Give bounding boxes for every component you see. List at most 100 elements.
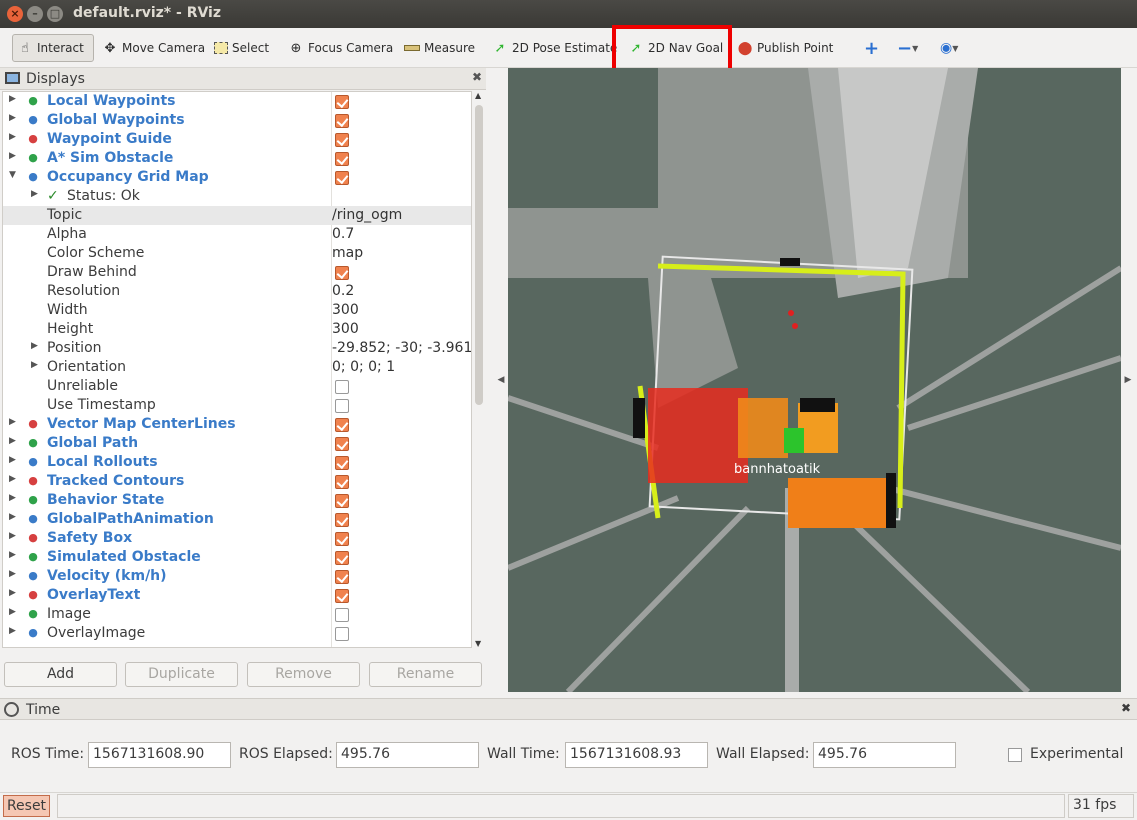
- enabled-checkbox[interactable]: [335, 266, 349, 280]
- enabled-checkbox[interactable]: [335, 437, 349, 451]
- enabled-checkbox[interactable]: [335, 532, 349, 546]
- property-value[interactable]: /ring_ogm: [332, 206, 402, 225]
- property-row[interactable]: Width 300: [3, 301, 471, 320]
- render-viewport[interactable]: bannhatoatik: [508, 68, 1121, 692]
- property-row[interactable]: Unreliable: [3, 377, 471, 396]
- window-close-button[interactable]: ×: [7, 6, 23, 22]
- enabled-checkbox[interactable]: [335, 380, 349, 394]
- display-row[interactable]: ▶ ● A* Sim Obstacle: [3, 149, 471, 168]
- property-row[interactable]: Draw Behind: [3, 263, 471, 282]
- property-row[interactable]: Height 300: [3, 320, 471, 339]
- property-row[interactable]: Color Scheme map: [3, 244, 471, 263]
- display-row[interactable]: ▶ ● Local Waypoints: [3, 92, 471, 111]
- expand-right-icon[interactable]: ▶: [9, 607, 16, 617]
- expand-right-icon[interactable]: ▶: [9, 94, 16, 104]
- property-value[interactable]: 0.2: [332, 282, 354, 301]
- expand-right-icon[interactable]: ▶: [9, 493, 16, 503]
- expand-right-icon[interactable]: ▶: [9, 588, 16, 598]
- enabled-checkbox[interactable]: [335, 456, 349, 470]
- property-value[interactable]: 0; 0; 0; 1: [332, 358, 395, 377]
- enabled-checkbox[interactable]: [335, 551, 349, 565]
- remove-display-button[interactable]: Remove: [247, 662, 360, 687]
- duplicate-display-button[interactable]: Duplicate: [125, 662, 238, 687]
- property-value[interactable]: map: [332, 244, 363, 263]
- display-row[interactable]: ▶ ✓ Status: Ok: [3, 187, 471, 206]
- displays-scrollbar[interactable]: ▲ ▼: [473, 91, 485, 648]
- measure-tool-button[interactable]: Measure: [400, 34, 479, 62]
- expand-right-icon[interactable]: ▶: [9, 512, 16, 522]
- enabled-checkbox[interactable]: [335, 475, 349, 489]
- reset-button[interactable]: Reset: [3, 795, 50, 817]
- enabled-checkbox[interactable]: [335, 589, 349, 603]
- focus-camera-tool-button[interactable]: ⊕ Focus Camera: [284, 34, 397, 62]
- move-camera-tool-button[interactable]: ✥ Move Camera: [98, 34, 209, 62]
- expand-right-icon[interactable]: ▶: [9, 455, 16, 465]
- display-row[interactable]: ▶ ● Safety Box: [3, 529, 471, 548]
- expand-right-icon[interactable]: ▶: [9, 550, 16, 560]
- enabled-checkbox[interactable]: [335, 114, 349, 128]
- display-row[interactable]: ▶ ● OverlayImage: [3, 624, 471, 643]
- enabled-checkbox[interactable]: [335, 627, 349, 641]
- property-row[interactable]: ▶ Position -29.852; -30; -3.961: [3, 339, 471, 358]
- enabled-checkbox[interactable]: [335, 399, 349, 413]
- remove-tool-button[interactable]: − ▼: [893, 34, 922, 62]
- property-row[interactable]: Resolution 0.2: [3, 282, 471, 301]
- property-row[interactable]: Alpha 0.7: [3, 225, 471, 244]
- display-row[interactable]: ▶ ● Velocity (km/h): [3, 567, 471, 586]
- display-row[interactable]: ▶ ● Waypoint Guide: [3, 130, 471, 149]
- enabled-checkbox[interactable]: [335, 418, 349, 432]
- expand-right-icon[interactable]: ▶: [9, 569, 16, 579]
- enabled-checkbox[interactable]: [335, 171, 349, 185]
- expand-right-icon[interactable]: ▶: [9, 531, 16, 541]
- enabled-checkbox[interactable]: [335, 95, 349, 109]
- display-row[interactable]: ▶ ● Simulated Obstacle: [3, 548, 471, 567]
- collapse-right-icon[interactable]: ▶: [1121, 68, 1135, 692]
- property-row[interactable]: Topic/ring_ogm: [3, 206, 471, 225]
- display-row[interactable]: ▶ ● Local Rollouts: [3, 453, 471, 472]
- scrollbar-thumb[interactable]: [475, 105, 483, 405]
- expand-right-icon[interactable]: ▶: [9, 132, 16, 142]
- enabled-checkbox[interactable]: [335, 133, 349, 147]
- display-row[interactable]: ▶ ● Behavior State: [3, 491, 471, 510]
- property-row[interactable]: ▶ Orientation 0; 0; 0; 1: [3, 358, 471, 377]
- display-row[interactable]: ▶ ● Vector Map CenterLines: [3, 415, 471, 434]
- add-tool-button[interactable]: +: [860, 34, 883, 62]
- scroll-down-icon[interactable]: ▼: [475, 639, 481, 648]
- expand-right-icon[interactable]: ▶: [31, 341, 38, 351]
- close-icon[interactable]: ✖: [472, 70, 482, 84]
- display-row[interactable]: ▶ ● Tracked Contours: [3, 472, 471, 491]
- property-row[interactable]: Use Timestamp: [3, 396, 471, 415]
- enabled-checkbox[interactable]: [335, 608, 349, 622]
- display-row[interactable]: ▶ ● Image: [3, 605, 471, 624]
- select-tool-button[interactable]: Select: [210, 34, 273, 62]
- expand-right-icon[interactable]: ▶: [31, 189, 38, 199]
- property-value[interactable]: 300: [332, 320, 359, 339]
- enabled-checkbox[interactable]: [335, 513, 349, 527]
- property-value[interactable]: -29.852; -30; -3.961: [332, 339, 471, 358]
- expand-right-icon[interactable]: ▶: [9, 113, 16, 123]
- display-row[interactable]: ▶ ● GlobalPathAnimation: [3, 510, 471, 529]
- property-value[interactable]: 300: [332, 301, 359, 320]
- enabled-checkbox[interactable]: [335, 494, 349, 508]
- panels-visibility-button[interactable]: ◉ ▼: [936, 34, 962, 62]
- wall-time-field[interactable]: 1567131608.93: [565, 742, 708, 768]
- property-value[interactable]: 0.7: [332, 225, 354, 244]
- add-display-button[interactable]: Add: [4, 662, 117, 687]
- scroll-up-icon[interactable]: ▲: [475, 91, 481, 100]
- interact-tool-button[interactable]: ☝ Interact: [12, 34, 94, 62]
- pose-estimate-tool-button[interactable]: ➚ 2D Pose Estimate: [488, 34, 621, 62]
- wall-elapsed-field[interactable]: 495.76: [813, 742, 956, 768]
- ros-elapsed-field[interactable]: 495.76: [336, 742, 479, 768]
- display-row[interactable]: ▼ ● Occupancy Grid Map: [3, 168, 471, 187]
- expand-right-icon[interactable]: ▶: [31, 360, 38, 370]
- ros-time-field[interactable]: 1567131608.90: [88, 742, 231, 768]
- display-row[interactable]: ▶ ● Global Path: [3, 434, 471, 453]
- experimental-checkbox[interactable]: [1008, 748, 1022, 762]
- expand-down-icon[interactable]: ▼: [9, 170, 16, 180]
- publish-point-tool-button[interactable]: ⬤ Publish Point: [733, 34, 837, 62]
- window-maximize-button[interactable]: □: [47, 6, 63, 22]
- expand-right-icon[interactable]: ▶: [9, 626, 16, 636]
- rename-display-button[interactable]: Rename: [369, 662, 482, 687]
- expand-right-icon[interactable]: ▶: [9, 417, 16, 427]
- enabled-checkbox[interactable]: [335, 570, 349, 584]
